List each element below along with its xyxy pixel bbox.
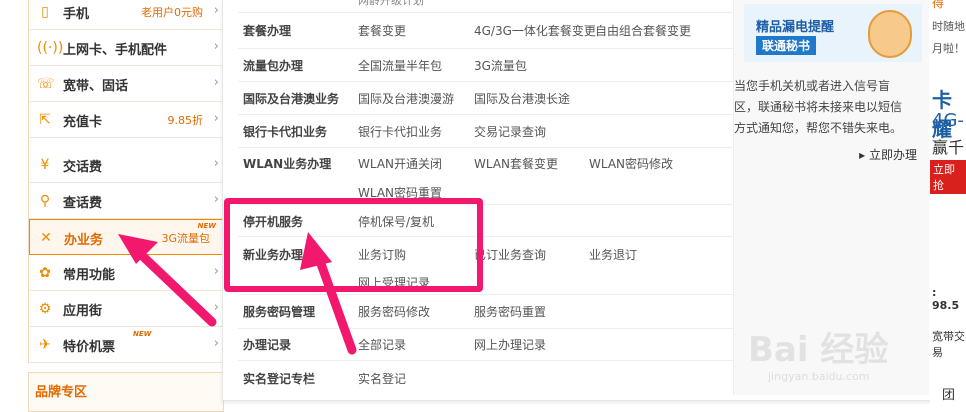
arrow-to-services <box>118 234 217 327</box>
arrow-to-highlight <box>300 232 357 355</box>
annotation-arrows <box>118 232 357 355</box>
